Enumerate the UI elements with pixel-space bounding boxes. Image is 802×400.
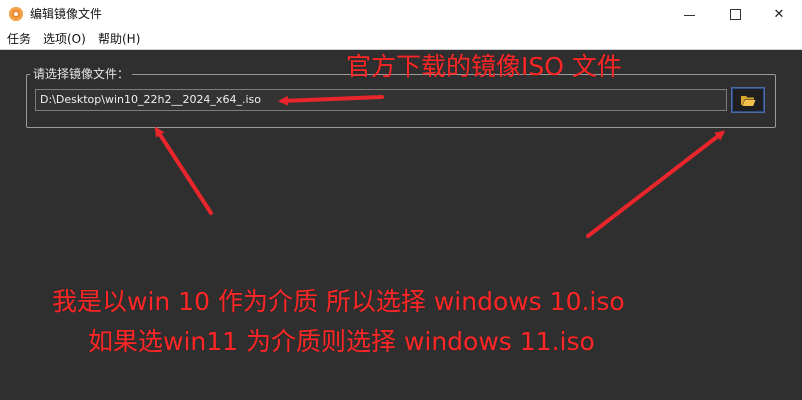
folder-open-icon — [741, 95, 756, 106]
arrow-to-path-start — [154, 126, 213, 215]
menu-help[interactable]: 帮助(H) — [98, 31, 140, 47]
annotation-official-iso: 官方下载的镜像ISO 文件 — [346, 52, 622, 81]
minimize-icon — [683, 15, 695, 16]
maximize-button[interactable] — [712, 0, 758, 29]
menu-bar: 任务 选项(O) 帮助(H) — [0, 29, 802, 50]
title-bar: 编辑镜像文件 ✕ — [0, 0, 802, 30]
image-select-group-label: 请选择镜像文件： — [30, 66, 133, 82]
minimize-button[interactable] — [666, 0, 712, 29]
iso-path-input[interactable] — [35, 89, 727, 111]
close-icon: ✕ — [773, 7, 785, 22]
arrow-to-browse-button — [586, 130, 726, 238]
menu-options[interactable]: 选项(O) — [43, 31, 86, 47]
browse-button[interactable] — [731, 87, 765, 113]
close-button[interactable]: ✕ — [756, 0, 802, 29]
menu-task[interactable]: 任务 — [7, 31, 31, 47]
annotation-win11-note: 如果选win11 为介质则选择 windows 11.iso — [88, 327, 595, 356]
maximize-icon — [729, 9, 741, 20]
annotation-win10-note: 我是以win 10 作为介质 所以选择 windows 10.iso — [52, 287, 625, 316]
app-icon — [9, 7, 23, 21]
window-title: 编辑镜像文件 — [30, 7, 103, 21]
edit-image-window: 编辑镜像文件 ✕ 任务 选项(O) 帮助(H) 请选择镜像文件： 官方下载的镜像… — [0, 0, 802, 400]
